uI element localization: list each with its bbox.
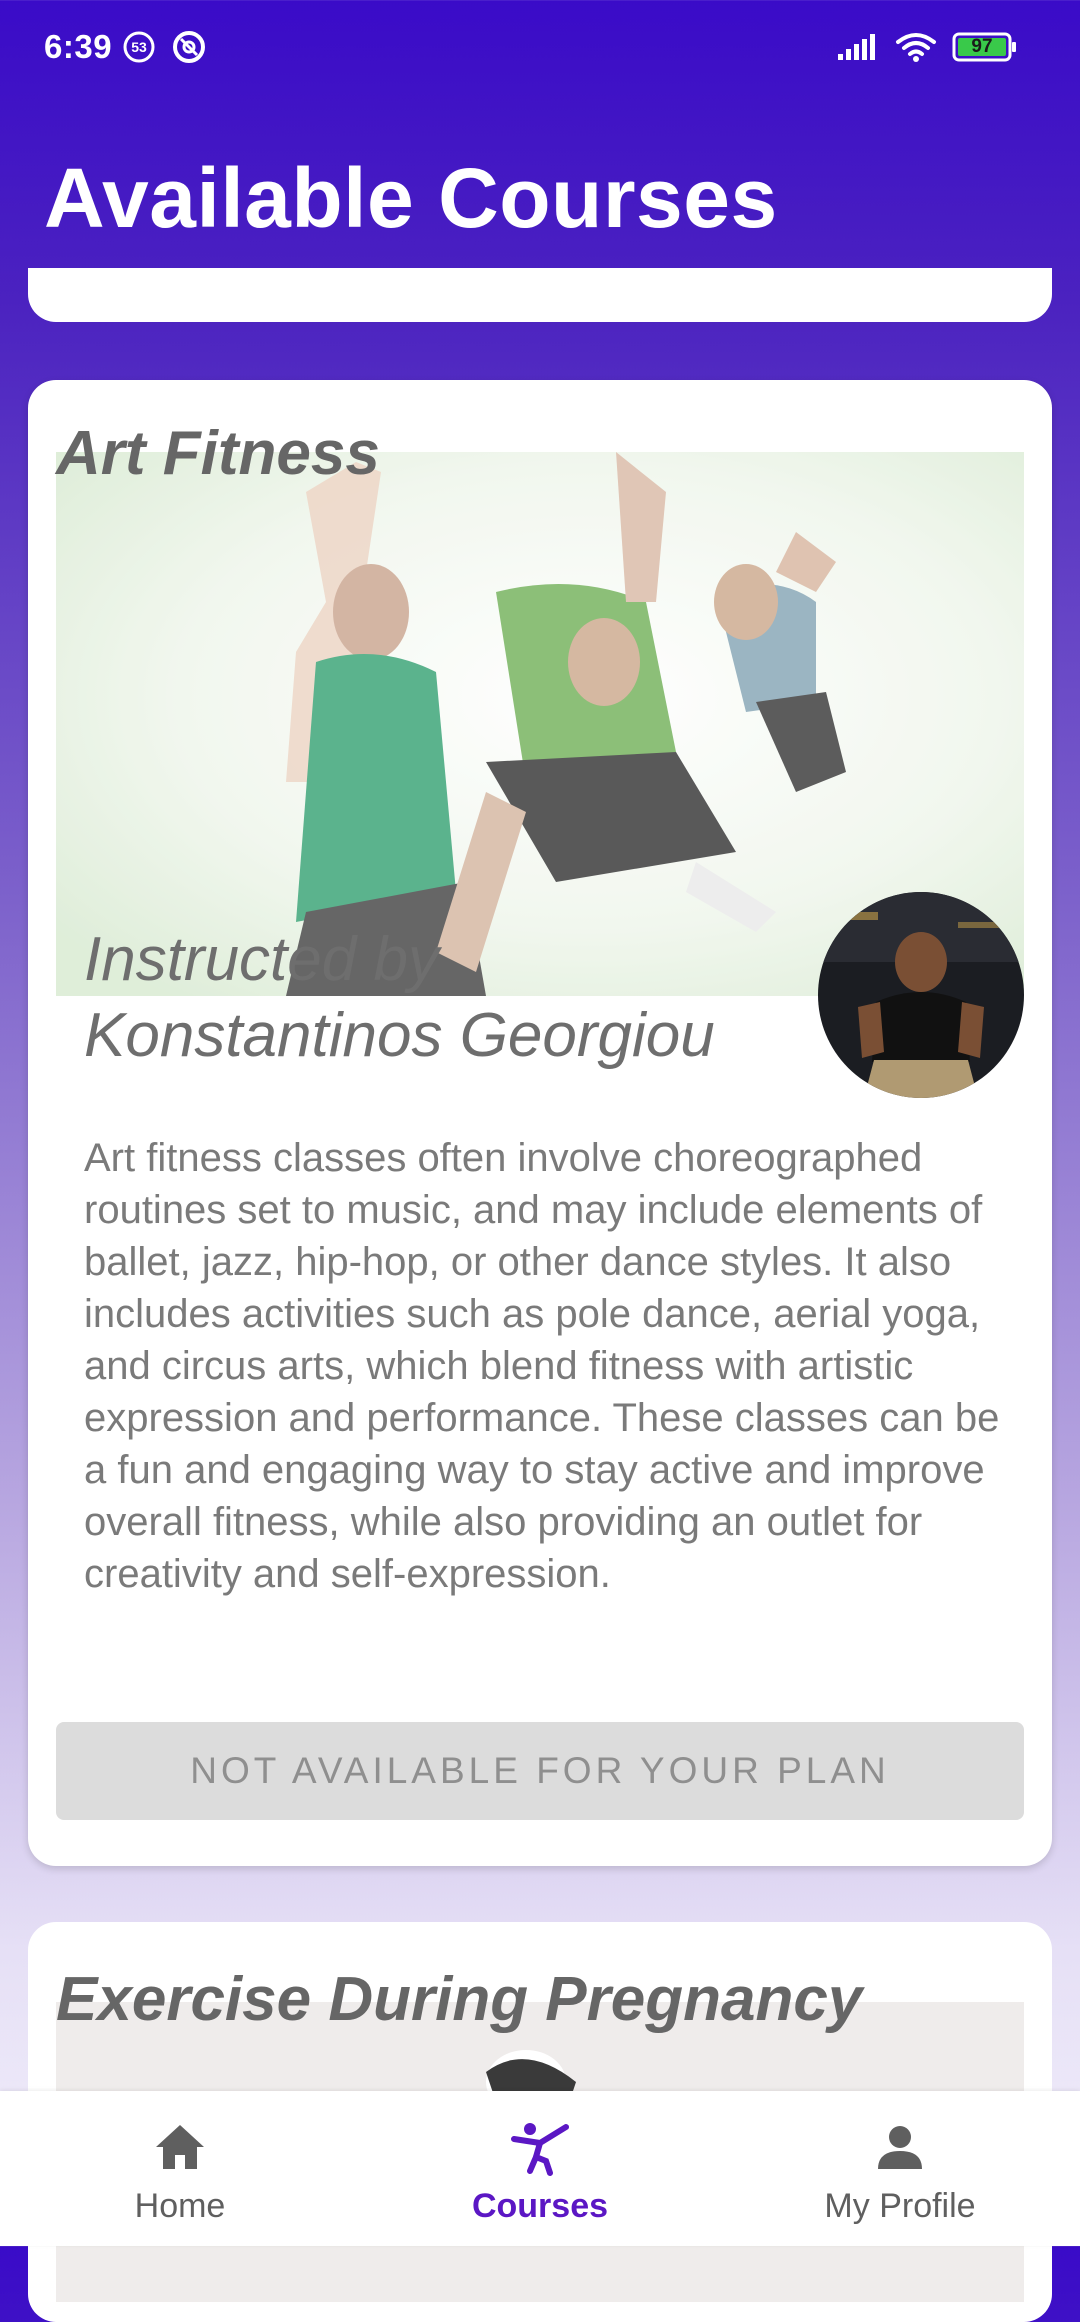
course-title-next: Exercise During Pregnancy <box>56 1965 863 2034</box>
instructor-full-name: Konstantinos Georgiou <box>84 1001 715 1070</box>
nav-item-profile[interactable]: My Profile <box>720 2091 1080 2246</box>
course-card[interactable]: Art Fitness Instructed by Konstantinos G… <box>28 380 1052 1866</box>
nav-item-courses[interactable]: Courses <box>360 2091 720 2246</box>
status-bar: 6:39 53 97 <box>0 0 1080 100</box>
previous-course-card[interactable] <box>28 268 1052 322</box>
instructor-photo <box>818 892 1024 1098</box>
instructor-prefix: Instructed by <box>84 925 439 994</box>
wifi-icon <box>896 33 936 62</box>
page-title: Available Courses <box>44 151 778 245</box>
nav-label-home: Home <box>134 2187 226 2225</box>
home-icon <box>156 2125 204 2169</box>
instructor-avatar <box>818 892 1024 1098</box>
do-not-disturb-icon <box>173 31 205 63</box>
nav-label-courses: Courses <box>471 2187 609 2225</box>
bottom-navigation: Home Courses My Profile <box>0 2091 1080 2246</box>
signal-icon <box>838 34 875 60</box>
course-title: Art Fitness <box>56 419 380 488</box>
instructor-name: Instructed by Konstantinos Georgiou <box>84 922 784 1074</box>
notification-count-icon: 53 <box>123 31 155 63</box>
notification-count: 53 <box>131 39 147 55</box>
nav-item-home[interactable]: Home <box>0 2091 360 2246</box>
battery-indicator: 97 <box>952 32 1018 62</box>
status-time: 6:39 <box>44 28 113 65</box>
courses-icon <box>511 2123 569 2176</box>
profile-icon <box>878 2126 922 2169</box>
not-available-button[interactable]: NOT AVAILABLE FOR YOUR PLAN <box>56 1722 1024 1820</box>
battery-level: 97 <box>971 36 993 57</box>
nav-label-profile: My Profile <box>824 2187 976 2225</box>
course-description: Art fitness classes often involve choreo… <box>84 1136 1000 1596</box>
